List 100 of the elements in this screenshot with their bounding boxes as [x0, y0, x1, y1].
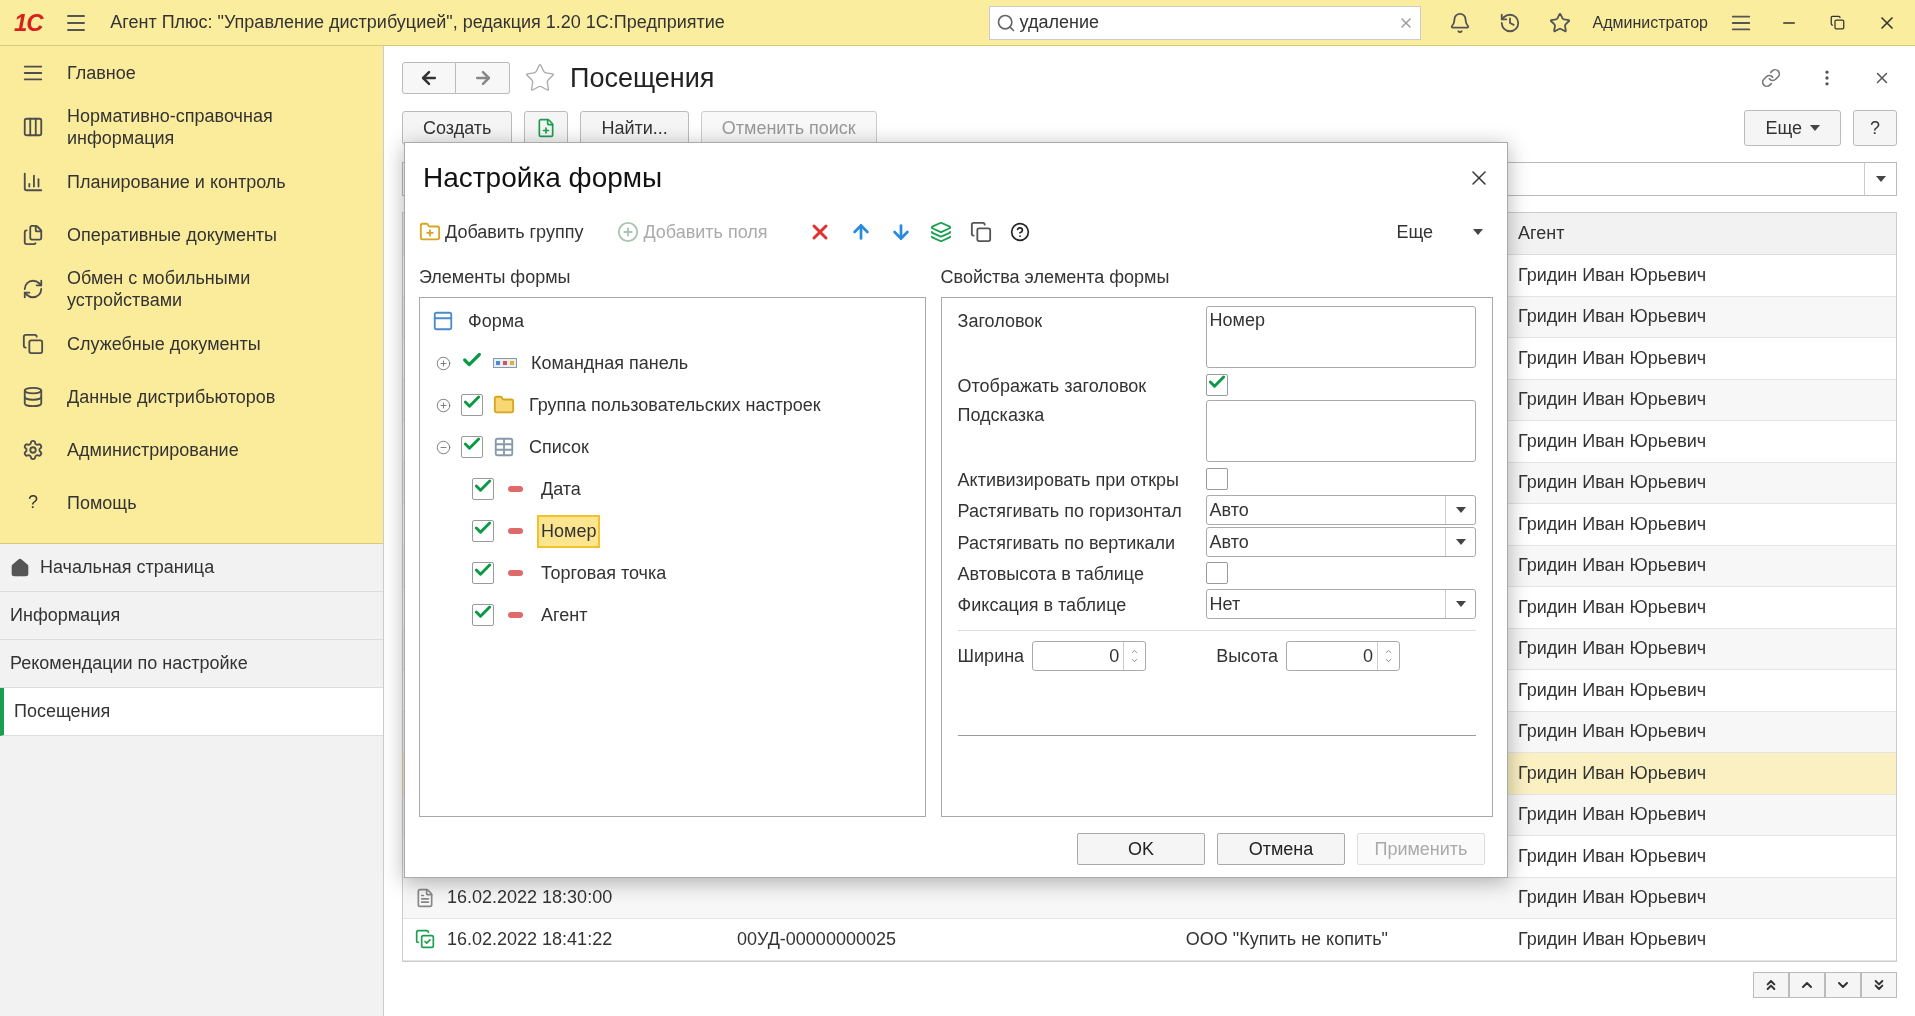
help-button[interactable]: ? [1853, 110, 1897, 146]
scroll-button[interactable] [1825, 971, 1861, 998]
checkbox[interactable] [472, 478, 494, 500]
sidebar-item[interactable]: Администрирование [67, 438, 347, 461]
section-icon [22, 385, 44, 408]
spin-up-icon[interactable] [1130, 647, 1140, 656]
property-label: Подсказка [957, 404, 1046, 427]
text-area-field[interactable] [1205, 400, 1476, 462]
scroll-button[interactable] [1789, 971, 1825, 998]
dropdown-icon [1455, 601, 1466, 607]
search-field[interactable]: удаление [988, 5, 1421, 40]
section-label: Элементы формы [419, 265, 572, 289]
sidebar-item[interactable]: Помощь [67, 491, 347, 514]
tree-item[interactable]: Форма [464, 304, 529, 338]
property-label: Фиксация в таблице [957, 593, 1128, 617]
expand-toggle[interactable] [436, 355, 451, 371]
scroll-button[interactable] [1861, 971, 1897, 998]
check-all-icon[interactable] [929, 221, 952, 243]
folder-icon [493, 394, 515, 416]
dropdown-icon [1455, 507, 1466, 513]
table-icon [493, 436, 515, 458]
tree-item[interactable]: Дата [537, 472, 585, 506]
link-icon[interactable] [1761, 68, 1781, 88]
checkbox[interactable] [461, 436, 483, 458]
tree-item[interactable]: Группа пользовательских настроек [525, 388, 825, 422]
dialog-title: Настройка формы [423, 161, 663, 195]
tree-item[interactable]: Список [525, 430, 593, 464]
app-logo: 1С [14, 7, 43, 38]
folder-plus-icon [419, 221, 441, 243]
create-copy-button[interactable] [524, 111, 569, 145]
checkbox[interactable] [461, 394, 483, 416]
open-window-item[interactable]: Информация [0, 592, 383, 640]
sidebar-item[interactable]: Нормативно-справочная информация [67, 105, 347, 149]
dialog-button[interactable]: OK [1077, 833, 1205, 865]
star-icon[interactable] [524, 62, 556, 94]
checkbox[interactable] [472, 562, 494, 584]
text-area-field[interactable]: Номер [1205, 306, 1476, 368]
spin-up-icon[interactable] [1383, 647, 1393, 656]
checkbox[interactable] [472, 520, 494, 542]
checkbox[interactable] [472, 604, 494, 626]
section-icon [22, 223, 44, 246]
star-icon[interactable] [1548, 11, 1571, 34]
form-title: Посещения [570, 61, 715, 95]
tree-item[interactable]: Номер [537, 514, 601, 548]
sidebar-item[interactable]: Данные дистрибьюторов [67, 385, 347, 408]
more-button[interactable]: Еще [1744, 110, 1841, 146]
open-window-item[interactable]: Посещения [0, 688, 383, 736]
table-cell-text: Гридин Иван Юрьевич [1517, 886, 1708, 910]
sidebar-item[interactable]: Служебные документы [67, 332, 347, 355]
table-cell-text: Гридин Иван Юрьевич [1517, 305, 1708, 329]
user-name[interactable]: Администратор [1592, 10, 1708, 35]
uncheck-all-icon[interactable] [969, 221, 992, 243]
sidebar-item[interactable]: Оперативные документы [67, 223, 347, 246]
collapse-toggle[interactable] [436, 439, 451, 455]
number-field[interactable]: 0 [1285, 641, 1400, 671]
bell-icon[interactable] [1448, 11, 1471, 34]
number-field[interactable]: 0 [1032, 641, 1147, 671]
add-group-button[interactable]: Добавить группу [419, 218, 584, 246]
help-icon[interactable] [1009, 222, 1030, 242]
checkbox[interactable] [1205, 468, 1228, 490]
section-icon [22, 278, 44, 300]
create-button[interactable]: Создать [402, 111, 513, 145]
section-icon [22, 170, 44, 193]
select-field[interactable]: Авто [1205, 527, 1476, 557]
checkbox[interactable] [1205, 374, 1228, 396]
select-field[interactable]: Нет [1205, 589, 1476, 619]
spin-down-icon[interactable] [1130, 656, 1140, 665]
column-header[interactable]: Агент [1508, 220, 1896, 247]
restore-icon[interactable] [1830, 15, 1845, 30]
find-button[interactable]: Найти... [580, 111, 689, 145]
table-cell: 16.02.2022 18:41:22 [447, 928, 613, 949]
sidebar-item[interactable]: Планирование и контроль [67, 170, 347, 193]
minus-icon [508, 570, 523, 576]
table-cell-text: Гридин Иван Юрьевич [1517, 554, 1708, 578]
tree-item[interactable]: Командная панель [527, 346, 693, 380]
property-label: Растягивать по вертикали [957, 531, 1177, 555]
expand-toggle[interactable] [436, 397, 451, 413]
table-cell-text: Гридин Иван Юрьевич [1517, 844, 1708, 868]
dialog-button[interactable]: Отмена [1217, 833, 1345, 865]
window-title: Агент Плюс: "Управление дистрибуцией", редакция 1.20 1С:Предприятие [110, 11, 725, 34]
open-window-item[interactable]: Начальная страница [0, 544, 383, 592]
scroll-button[interactable] [1753, 971, 1789, 998]
more-button[interactable]: Еще [1396, 218, 1483, 246]
spin-down-icon[interactable] [1383, 656, 1393, 665]
property-label: Ширина [957, 644, 1025, 668]
history-icon[interactable] [1498, 11, 1521, 34]
checkbox[interactable] [1205, 562, 1228, 584]
back-button[interactable] [402, 62, 456, 94]
table-cell-text: Гридин Иван Юрьевич [1517, 512, 1708, 536]
minus-icon [508, 528, 523, 534]
sidebar-item[interactable]: Главное [67, 61, 347, 84]
tree-item[interactable]: Агент [537, 598, 592, 632]
table-cell-text: Гридин Иван Юрьевич [1517, 471, 1708, 495]
minus-icon [508, 486, 523, 492]
select-field[interactable]: Авто [1205, 495, 1476, 525]
table-cell-text: Гридин Иван Юрьевич [1517, 678, 1708, 702]
dropdown-icon [1875, 176, 1886, 182]
sidebar-item[interactable]: Обмен с мобильными устройствами [67, 267, 347, 311]
tree-item[interactable]: Торговая точка [537, 556, 671, 590]
table-row[interactable]: 16.02.2022 18:30:00 Гридин Иван Юрьевич [403, 877, 1896, 919]
